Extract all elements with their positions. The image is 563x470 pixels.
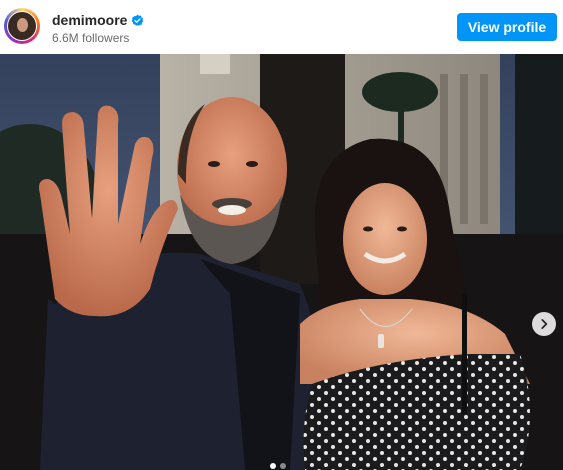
follower-count: 6.6M followers [52, 31, 130, 45]
view-profile-button[interactable]: View profile [457, 13, 557, 41]
post-photo[interactable] [0, 54, 563, 470]
verified-badge-icon [132, 14, 144, 26]
photo-illustration [0, 54, 563, 470]
carousel-dot-2 [280, 463, 286, 469]
chevron-right-icon [541, 319, 548, 329]
post-header: demimoore 6.6M followers View profile [0, 0, 563, 54]
carousel-indicator [270, 463, 286, 469]
avatar-image [7, 11, 37, 41]
username-row: demimoore [52, 11, 144, 29]
profile-avatar[interactable] [4, 8, 40, 44]
next-slide-button[interactable] [532, 312, 556, 336]
carousel-dot-1 [270, 463, 276, 469]
username-link[interactable]: demimoore [52, 12, 127, 28]
